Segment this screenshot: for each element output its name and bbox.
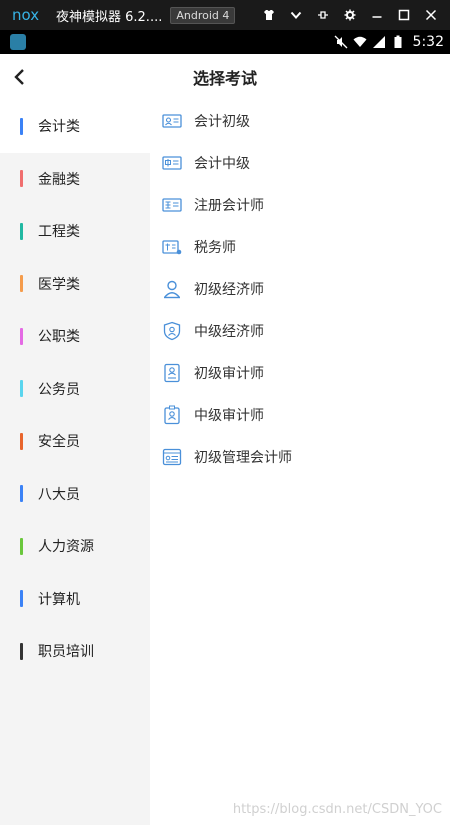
category-label: 医学类 (38, 276, 80, 293)
back-button[interactable] (8, 65, 30, 89)
category-label: 金融类 (38, 171, 80, 188)
exam-label: 初级审计师 (194, 366, 264, 382)
app-header: 选择考试 (0, 54, 450, 100)
exam-label: 税务师 (194, 240, 236, 256)
mute-icon (334, 35, 348, 49)
maximize-icon[interactable] (390, 0, 417, 30)
badge-user-icon (164, 405, 180, 425)
exam-label: 中级经济师 (194, 324, 264, 340)
wifi-icon (353, 36, 367, 47)
person-icon (163, 280, 181, 299)
app-screen: 选择考试 会计类金融类工程类医学类公职类公务员安全员八大员人力资源计算机职员培训… (0, 54, 450, 825)
exam-item[interactable]: 会计初级 (150, 100, 450, 142)
svg-text:nox: nox (12, 6, 39, 24)
category-label: 公务员 (38, 381, 80, 398)
category-item[interactable]: 金融类 (0, 153, 150, 206)
watermark: https://blog.csdn.net/CSDN_YOC (232, 802, 442, 817)
category-color-bar (20, 222, 23, 240)
category-item[interactable]: 会计类 (0, 100, 150, 153)
back-arrow-icon (14, 69, 24, 85)
category-color-bar (20, 590, 23, 608)
category-color-bar (20, 485, 23, 503)
pin-icon[interactable] (309, 0, 336, 30)
document-user-icon (164, 363, 180, 383)
android-status-bar: 5:32 (0, 30, 450, 54)
category-item[interactable]: 计算机 (0, 573, 150, 626)
category-color-bar (20, 642, 23, 660)
app-notification-icon (10, 34, 26, 50)
category-color-bar (20, 380, 23, 398)
category-item[interactable]: 安全员 (0, 415, 150, 468)
category-color-bar (20, 170, 23, 188)
minimize-icon[interactable] (363, 0, 390, 30)
emulator-title: 夜神模拟器 6.2.... (56, 9, 163, 25)
emulator-title-bar: nox 夜神模拟器 6.2.... Android 4 (0, 0, 450, 30)
category-item[interactable]: 人力资源 (0, 520, 150, 573)
exam-item[interactable]: 初级管理会计师 (150, 436, 450, 478)
category-label: 公职类 (38, 329, 80, 346)
exam-item[interactable]: 注册会计师 (150, 184, 450, 226)
category-label: 工程类 (38, 224, 80, 241)
category-color-bar (20, 327, 23, 345)
exam-item[interactable]: 初级经济师 (150, 268, 450, 310)
signal-icon (372, 36, 385, 48)
category-color-bar (20, 432, 23, 450)
status-clock: 5:32 (412, 34, 444, 50)
category-color-bar (20, 117, 23, 135)
exam-label: 会计中级 (194, 156, 250, 172)
category-item[interactable]: 医学类 (0, 258, 150, 311)
category-item[interactable]: 职员培训 (0, 625, 150, 678)
category-label: 安全员 (38, 434, 80, 451)
exam-label: 初级经济师 (194, 282, 264, 298)
zhu-badge-icon (162, 198, 182, 212)
nox-logo: nox (12, 6, 39, 24)
page-title: 选择考试 (192, 69, 257, 88)
zhong-badge-icon (162, 156, 182, 170)
shirt-icon[interactable] (255, 0, 282, 30)
exam-label: 中级审计师 (194, 408, 264, 424)
category-color-bar (20, 537, 23, 555)
content-area: 会计类金融类工程类医学类公职类公务员安全员八大员人力资源计算机职员培训 会计初级… (0, 100, 450, 825)
category-label: 人力资源 (38, 539, 94, 556)
category-item[interactable]: 公职类 (0, 310, 150, 363)
category-item[interactable]: 公务员 (0, 363, 150, 416)
close-icon[interactable] (417, 0, 444, 30)
category-label: 计算机 (38, 591, 80, 608)
category-sidebar: 会计类金融类工程类医学类公职类公务员安全员八大员人力资源计算机职员培训 (0, 100, 150, 825)
exam-item[interactable]: 中级审计师 (150, 394, 450, 436)
list-card-icon (162, 448, 182, 466)
exam-item[interactable]: 初级审计师 (150, 352, 450, 394)
category-label: 八大员 (38, 486, 80, 503)
exam-label: 会计初级 (194, 114, 250, 130)
category-color-bar (20, 275, 23, 293)
shui-badge-icon (162, 240, 182, 255)
exam-label: 初级管理会计师 (194, 450, 292, 466)
battery-icon (394, 35, 402, 48)
exam-label: 注册会计师 (194, 198, 264, 214)
android-version-badge: Android 4 (170, 6, 236, 24)
category-item[interactable]: 工程类 (0, 205, 150, 258)
category-label: 会计类 (38, 119, 80, 136)
exam-item[interactable]: 中级经济师 (150, 310, 450, 352)
exam-list: 会计初级会计中级注册会计师税务师初级经济师中级经济师初级审计师中级审计师初级管理… (150, 100, 450, 825)
chevron-down-icon[interactable] (282, 0, 309, 30)
exam-item[interactable]: 税务师 (150, 226, 450, 268)
exam-item[interactable]: 会计中级 (150, 142, 450, 184)
id-card-icon (162, 114, 182, 128)
category-label: 职员培训 (38, 644, 94, 661)
shield-user-icon (163, 321, 181, 341)
category-item[interactable]: 八大员 (0, 468, 150, 521)
gear-icon[interactable] (336, 0, 363, 30)
